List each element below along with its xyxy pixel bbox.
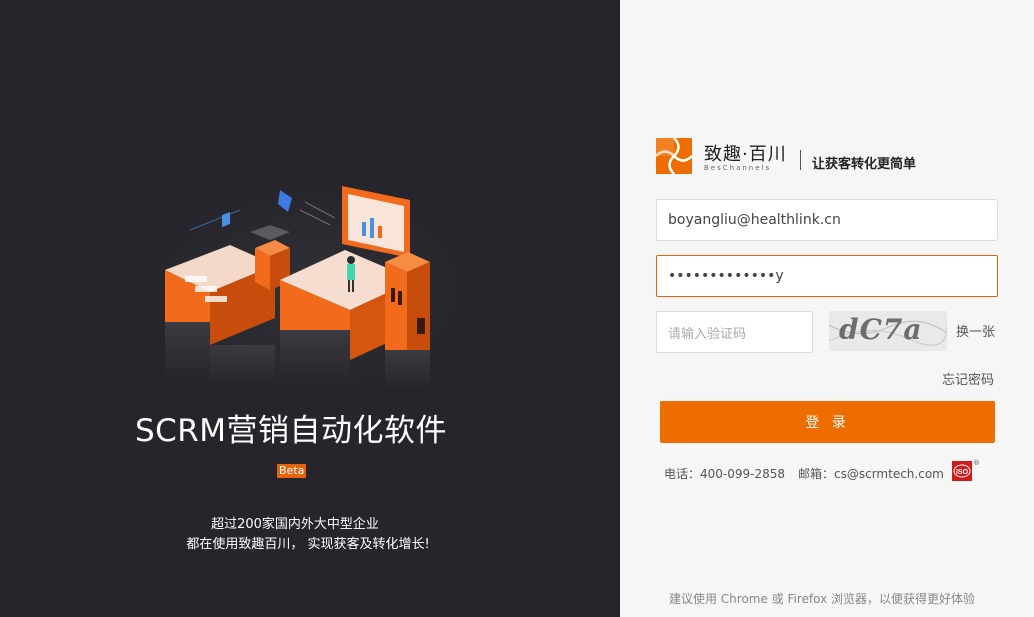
isometric-illustration — [140, 180, 480, 400]
captcha-image[interactable]: dC7a — [829, 311, 947, 351]
browser-tip: 建议使用 Chrome 或 Firefox 浏览器，以便获得更好体验 — [668, 592, 976, 606]
beta-badge: Beta — [277, 464, 307, 478]
contact-email: 邮箱：cs@scrmtech.com — [798, 467, 944, 481]
brand-divider — [800, 150, 801, 170]
refresh-captcha-link[interactable]: 换一张 — [956, 321, 995, 340]
brand-slogan: 让获客转化更简单 — [812, 157, 917, 172]
product-description-line1: 超过200家国内外大中型企业 — [211, 517, 379, 532]
brand-subtitle: BesChannels — [704, 164, 772, 172]
left-panel: SCRM营销自动化软件 Beta 超过200家国内外大中型企业 都在使用致趣百川… — [0, 0, 620, 617]
contact-phone: 电话：400-099-2858 — [664, 467, 786, 481]
login-panel: 致趣·百川 BesChannels 让获客转化更简单 boyangliu@hea… — [620, 0, 1034, 617]
captcha-text: dC7a — [839, 313, 923, 346]
product-title: SCRM营销自动化软件 — [134, 413, 448, 449]
forgot-password-link[interactable]: 忘记密码 — [942, 369, 994, 388]
registered-mark: ® — [973, 459, 980, 467]
product-description-line2: 都在使用致趣百川， 实现获客及转化增长! — [186, 537, 430, 552]
svg-text:ISO: ISO — [956, 469, 969, 476]
login-button[interactable]: 登 录 — [660, 401, 995, 443]
password-input[interactable]: •••••••••••••y — [656, 255, 998, 297]
brand-name: 致趣·百川 — [704, 144, 787, 165]
brand-logo-icon — [656, 138, 692, 174]
username-input[interactable]: boyangliu@healthlink.cn — [656, 199, 998, 241]
iso-badge-icon: ISO — [952, 461, 972, 481]
captcha-input[interactable]: 请输入验证码 — [656, 311, 813, 353]
